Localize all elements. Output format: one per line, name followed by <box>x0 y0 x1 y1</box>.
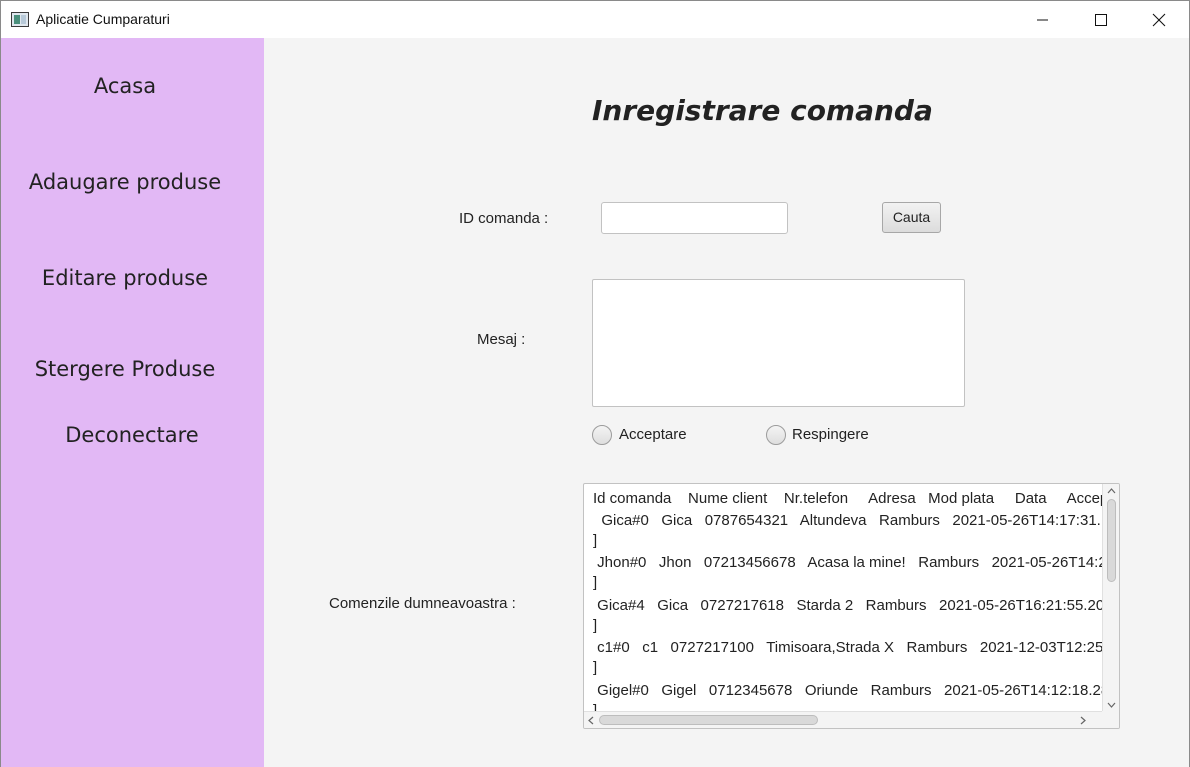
sidebar: Acasa Adaugare produse Editare produse S… <box>1 38 264 767</box>
orders-list[interactable]: Id comanda Nume client Nr.telefon Adresa… <box>583 483 1120 729</box>
title-bar[interactable]: Aplicatie Cumparaturi <box>1 1 1189 38</box>
list-item[interactable]: c1#0 c1 0727217100 Timisoara,Strada X Ra… <box>593 639 1103 657</box>
vertical-scrollbar[interactable] <box>1102 484 1119 712</box>
list-item[interactable]: ] <box>593 617 597 635</box>
list-item[interactable]: Gica#4 Gica 0727217618 Starda 2 Ramburs … <box>593 597 1103 615</box>
acceptare-label[interactable]: Acceptare <box>619 426 687 443</box>
list-item[interactable]: ] <box>593 574 597 592</box>
window-title: Aplicatie Cumparaturi <box>36 11 170 27</box>
sidebar-item-adaugare-produse[interactable]: Adaugare produse <box>1 170 249 194</box>
scroll-down-icon[interactable] <box>1107 702 1116 709</box>
sidebar-item-editare-produse[interactable]: Editare produse <box>1 266 249 290</box>
maximize-icon <box>1095 14 1107 26</box>
minimize-icon <box>1037 19 1048 21</box>
close-icon <box>1152 13 1166 27</box>
list-item[interactable]: ] <box>593 532 597 550</box>
horizontal-scrollbar[interactable] <box>584 711 1103 728</box>
list-item[interactable]: Jhon#0 Jhon 07213456678 Acasa la mine! R… <box>593 554 1103 572</box>
main-panel: Inregistrare comanda ID comanda : Cauta … <box>264 38 1189 767</box>
orders-list-header: Id comanda Nume client Nr.telefon Adresa… <box>593 490 1103 507</box>
orders-label: Comenzile dumneavoastra : <box>329 595 516 612</box>
sidebar-item-acasa[interactable]: Acasa <box>1 74 249 98</box>
sidebar-item-deconectare[interactable]: Deconectare <box>8 423 256 447</box>
horizontal-scroll-thumb[interactable] <box>599 715 818 725</box>
search-button[interactable]: Cauta <box>882 202 941 233</box>
scrollbar-corner <box>1102 711 1119 728</box>
close-button[interactable] <box>1130 1 1188 38</box>
mesaj-textarea[interactable] <box>592 279 965 407</box>
sidebar-item-stergere-produse[interactable]: Stergere Produse <box>1 357 249 381</box>
page-title: Inregistrare comanda <box>592 94 933 127</box>
scroll-up-icon[interactable] <box>1107 487 1116 494</box>
app-window-icon <box>11 12 29 27</box>
respingere-label[interactable]: Respingere <box>792 426 869 443</box>
scroll-right-icon[interactable] <box>1080 716 1087 725</box>
list-item[interactable]: Gigel#0 Gigel 0712345678 Oriunde Ramburs… <box>593 682 1103 700</box>
id-comanda-input[interactable] <box>601 202 788 234</box>
mesaj-label: Mesaj : <box>477 331 526 348</box>
vertical-scroll-thumb[interactable] <box>1107 499 1116 582</box>
minimize-button[interactable] <box>1014 1 1072 38</box>
maximize-button[interactable] <box>1072 1 1130 38</box>
orders-list-content: Id comanda Nume client Nr.telefon Adresa… <box>584 484 1103 712</box>
scroll-left-icon[interactable] <box>587 716 594 725</box>
list-item[interactable]: Gica#0 Gica 0787654321 Altundeva Ramburs… <box>593 512 1103 530</box>
application-window: Aplicatie Cumparaturi Acasa Adaugare pro… <box>0 0 1190 767</box>
id-comanda-label: ID comanda : <box>459 210 549 227</box>
list-item[interactable]: ] <box>593 659 597 677</box>
acceptare-radio[interactable] <box>592 425 612 445</box>
respingere-radio[interactable] <box>766 425 786 445</box>
